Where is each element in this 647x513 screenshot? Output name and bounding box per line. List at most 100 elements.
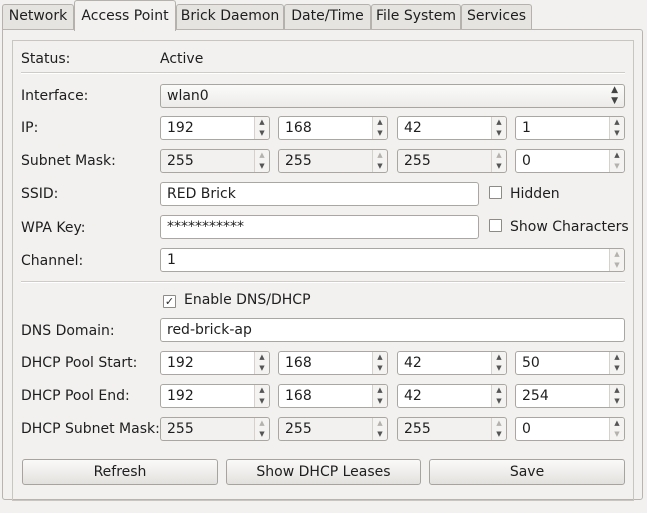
hidden-checkbox[interactable]: Hidden <box>489 184 560 204</box>
ip-octet-4-spinbox[interactable]: 1 ▲ ▼ <box>515 116 625 140</box>
channel-spinbox[interactable]: 1 ▲ ▼ <box>160 248 625 272</box>
spin-up-icon[interactable]: ▲ <box>492 150 506 161</box>
save-button[interactable]: Save <box>429 459 625 485</box>
spin-down-icon[interactable]: ▼ <box>255 128 269 139</box>
spin-up-icon[interactable]: ▲ <box>610 385 624 396</box>
tab-file-system[interactable]: File System <box>371 4 461 29</box>
spin-buttons[interactable]: ▲ ▼ <box>372 352 387 374</box>
spin-up-icon[interactable]: ▲ <box>255 150 269 161</box>
dhcp-pool-start-octet-3-spinbox[interactable]: 42 ▲ ▼ <box>397 351 507 375</box>
spin-buttons[interactable]: ▲ ▼ <box>609 385 624 407</box>
spin-buttons[interactable]: ▲ ▼ <box>372 150 387 172</box>
spin-buttons[interactable]: ▲ ▼ <box>491 352 506 374</box>
spin-up-icon[interactable]: ▲ <box>255 352 269 363</box>
spin-up-icon[interactable]: ▲ <box>255 385 269 396</box>
spin-down-icon[interactable]: ▼ <box>255 161 269 172</box>
subnet-mask-octet-2-spinbox[interactable]: 255 ▲ ▼ <box>278 149 388 173</box>
spin-down-icon[interactable]: ▼ <box>492 128 506 139</box>
spin-buttons[interactable]: ▲ ▼ <box>609 352 624 374</box>
dhcp-pool-start-octet-1-spinbox[interactable]: 192 ▲ ▼ <box>160 351 270 375</box>
ip-octet-3-spinbox[interactable]: 42 ▲ ▼ <box>397 116 507 140</box>
spin-down-icon[interactable]: ▼ <box>610 260 624 271</box>
spin-down-icon[interactable]: ▼ <box>610 128 624 139</box>
spin-buttons[interactable]: ▲ ▼ <box>609 150 624 172</box>
spin-buttons[interactable]: ▲ ▼ <box>254 117 269 139</box>
spin-up-icon[interactable]: ▲ <box>610 150 624 161</box>
dhcp-subnet-mask-octet-4-spinbox[interactable]: 0 ▲ ▼ <box>515 417 625 441</box>
spin-down-icon[interactable]: ▼ <box>492 396 506 407</box>
spin-down-icon[interactable]: ▼ <box>492 161 506 172</box>
spin-up-icon[interactable]: ▲ <box>610 117 624 128</box>
subnet-mask-octet-3-spinbox[interactable]: 255 ▲ ▼ <box>397 149 507 173</box>
spin-down-icon[interactable]: ▼ <box>255 429 269 440</box>
dhcp-pool-start-octet-4-spinbox[interactable]: 50 ▲ ▼ <box>515 351 625 375</box>
dhcp-subnet-mask-octet-1-spinbox[interactable]: 255 ▲ ▼ <box>160 417 270 441</box>
spin-down-icon[interactable]: ▼ <box>373 161 387 172</box>
spin-down-icon[interactable]: ▼ <box>492 429 506 440</box>
dhcp-subnet-mask-octet-3-spinbox[interactable]: 255 ▲ ▼ <box>397 417 507 441</box>
tab-brick-daemon[interactable]: Brick Daemon <box>176 4 284 29</box>
subnet-mask-octet-1-spinbox[interactable]: 255 ▲ ▼ <box>160 149 270 173</box>
dhcp-subnet-mask-octet-2-spinbox[interactable]: 255 ▲ ▼ <box>278 417 388 441</box>
tab-network[interactable]: Network <box>2 4 74 29</box>
ssid-input[interactable]: RED Brick <box>160 182 479 206</box>
dhcp-pool-end-octet-3-spinbox[interactable]: 42 ▲ ▼ <box>397 384 507 408</box>
spin-down-icon[interactable]: ▼ <box>610 429 624 440</box>
spin-down-icon[interactable]: ▼ <box>373 429 387 440</box>
ip-octet-1-spinbox[interactable]: 192 ▲ ▼ <box>160 116 270 140</box>
spin-up-icon[interactable]: ▲ <box>610 249 624 260</box>
dhcp-pool-end-octet-4-spinbox[interactable]: 254 ▲ ▼ <box>515 384 625 408</box>
dns-domain-input[interactable]: red-brick-ap <box>160 318 625 342</box>
spin-down-icon[interactable]: ▼ <box>610 161 624 172</box>
ip-octet-2-spinbox[interactable]: 168 ▲ ▼ <box>278 116 388 140</box>
spin-buttons[interactable]: ▲ ▼ <box>372 385 387 407</box>
spin-buttons[interactable]: ▲ ▼ <box>491 418 506 440</box>
spin-up-icon[interactable]: ▲ <box>610 418 624 429</box>
spin-up-icon[interactable]: ▲ <box>610 352 624 363</box>
spin-down-icon[interactable]: ▼ <box>255 363 269 374</box>
spin-up-icon[interactable]: ▲ <box>492 117 506 128</box>
spin-buttons[interactable]: ▲ ▼ <box>372 117 387 139</box>
spin-buttons[interactable]: ▲ ▼ <box>254 352 269 374</box>
spin-down-icon[interactable]: ▼ <box>373 128 387 139</box>
spin-down-icon[interactable]: ▼ <box>373 363 387 374</box>
wpa-key-input[interactable]: *********** <box>160 215 479 239</box>
spin-buttons[interactable]: ▲ ▼ <box>254 150 269 172</box>
spin-up-icon[interactable]: ▲ <box>373 117 387 128</box>
spin-down-icon[interactable]: ▼ <box>255 396 269 407</box>
refresh-button[interactable]: Refresh <box>22 459 218 485</box>
spin-buttons[interactable]: ▲ ▼ <box>254 385 269 407</box>
enable-dns-dhcp-checkbox[interactable]: ✓ Enable DNS/DHCP <box>163 290 311 310</box>
tab-date-time[interactable]: Date/Time <box>284 4 371 29</box>
dhcp-pool-end-octet-2-spinbox[interactable]: 168 ▲ ▼ <box>278 384 388 408</box>
spin-buttons[interactable]: ▲ ▼ <box>372 418 387 440</box>
dhcp-pool-start-octet-2-spinbox[interactable]: 168 ▲ ▼ <box>278 351 388 375</box>
spin-down-icon[interactable]: ▼ <box>610 363 624 374</box>
spin-down-icon[interactable]: ▼ <box>373 396 387 407</box>
tab-access-point[interactable]: Access Point <box>74 0 176 31</box>
tab-services[interactable]: Services <box>461 4 532 29</box>
spin-up-icon[interactable]: ▲ <box>492 385 506 396</box>
spin-buttons[interactable]: ▲ ▼ <box>609 249 624 271</box>
spin-up-icon[interactable]: ▲ <box>492 352 506 363</box>
spin-up-icon[interactable]: ▲ <box>255 418 269 429</box>
show-characters-checkbox[interactable]: Show Characters <box>489 217 629 237</box>
spin-up-icon[interactable]: ▲ <box>373 352 387 363</box>
spin-down-icon[interactable]: ▼ <box>492 363 506 374</box>
interface-combobox[interactable]: wlan0 ▲ ▼ <box>160 84 625 108</box>
subnet-mask-octet-4-spinbox[interactable]: 0 ▲ ▼ <box>515 149 625 173</box>
spin-buttons[interactable]: ▲ ▼ <box>491 117 506 139</box>
spin-buttons[interactable]: ▲ ▼ <box>491 385 506 407</box>
spin-up-icon[interactable]: ▲ <box>373 150 387 161</box>
show-dhcp-leases-button[interactable]: Show DHCP Leases <box>226 459 421 485</box>
spin-up-icon[interactable]: ▲ <box>255 117 269 128</box>
spin-buttons[interactable]: ▲ ▼ <box>254 418 269 440</box>
spin-down-icon[interactable]: ▼ <box>610 396 624 407</box>
spin-up-icon[interactable]: ▲ <box>373 385 387 396</box>
spin-buttons[interactable]: ▲ ▼ <box>609 117 624 139</box>
spin-buttons[interactable]: ▲ ▼ <box>609 418 624 440</box>
dhcp-pool-end-octet-1-spinbox[interactable]: 192 ▲ ▼ <box>160 384 270 408</box>
spin-buttons[interactable]: ▲ ▼ <box>491 150 506 172</box>
spin-up-icon[interactable]: ▲ <box>373 418 387 429</box>
spin-up-icon[interactable]: ▲ <box>492 418 506 429</box>
